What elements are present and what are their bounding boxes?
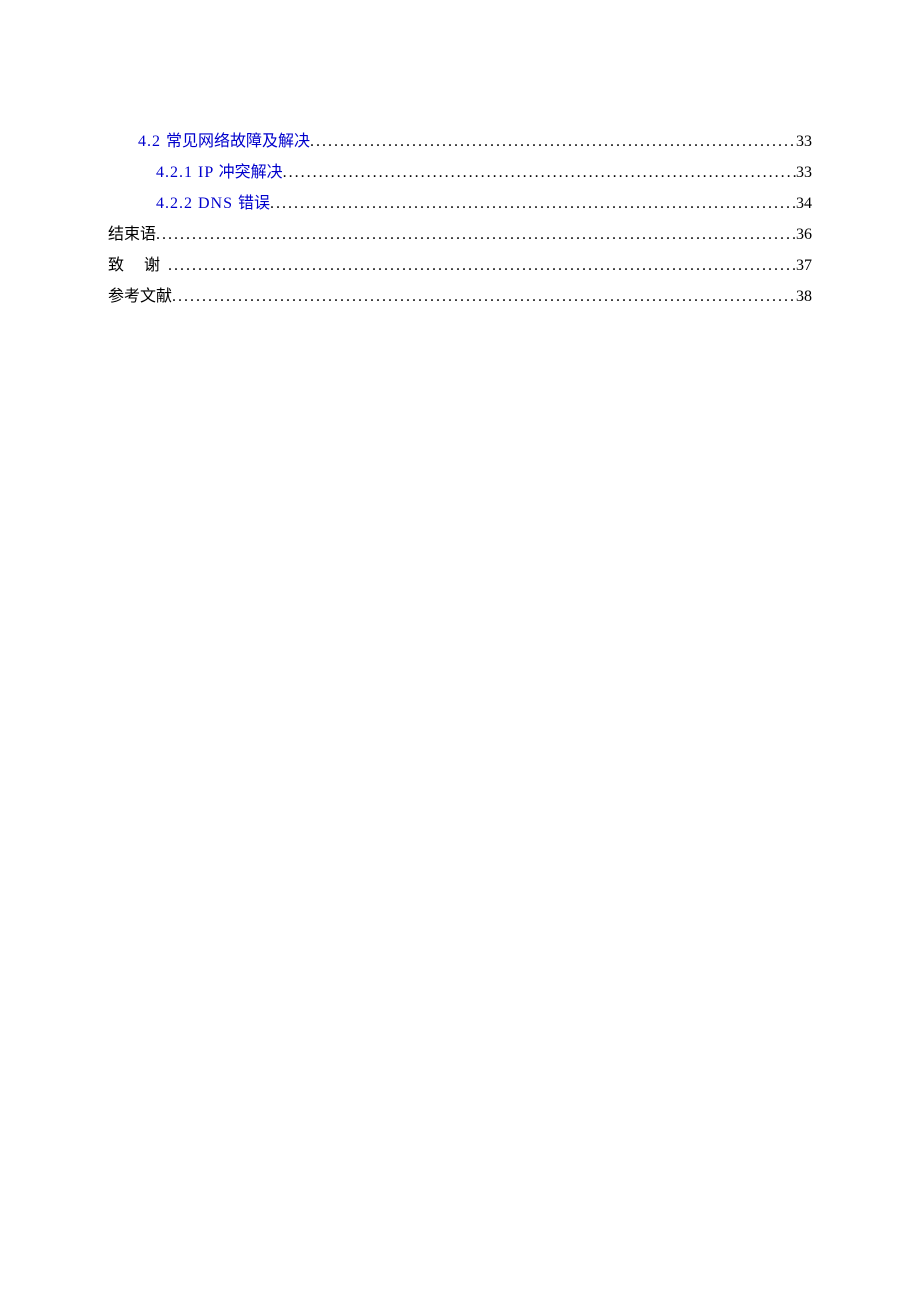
toc-entry-number: 4.2.1 xyxy=(156,164,198,181)
toc-entry-text: 常见网络故障及解决 xyxy=(166,133,310,150)
toc-page-number: 33 xyxy=(796,126,812,157)
toc-leader-dots xyxy=(310,126,796,157)
toc-entry: 致 谢 37 xyxy=(108,250,812,281)
toc-entry: 参考文献 38 xyxy=(108,281,812,312)
toc-entry: 4.2 常见网络故障及解决 33 xyxy=(108,126,812,157)
toc-leader-dots xyxy=(168,250,796,281)
toc-container: 4.2 常见网络故障及解决 33 4.2.1 IP 冲突解决 33 4.2.2 … xyxy=(108,126,812,312)
toc-page-number: 33 xyxy=(796,157,812,188)
toc-entry-text: 错误 xyxy=(238,195,270,212)
toc-page-number: 38 xyxy=(796,281,812,312)
toc-leader-dots xyxy=(172,281,796,312)
toc-page-number: 36 xyxy=(796,219,812,250)
toc-entry: 4.2.2 DNS 错误 34 xyxy=(108,188,812,219)
toc-leader-dots xyxy=(270,188,796,219)
toc-entry-text: 冲突解决 xyxy=(219,164,283,181)
toc-entry-number: 4.2 xyxy=(138,133,166,150)
toc-entry-label[interactable]: 4.2.2 DNS 错误 xyxy=(156,188,270,219)
toc-entry: 4.2.1 IP 冲突解决 33 xyxy=(108,157,812,188)
toc-entry-label[interactable]: 致 谢 xyxy=(108,250,168,281)
toc-entry-label[interactable]: 4.2 常见网络故障及解决 xyxy=(138,126,310,157)
toc-page-number: 37 xyxy=(796,250,812,281)
toc-entry-label[interactable]: 4.2.1 IP 冲突解决 xyxy=(156,157,283,188)
toc-entry-latin: IP xyxy=(198,164,219,181)
toc-leader-dots xyxy=(156,219,796,250)
toc-page-number: 34 xyxy=(796,188,812,219)
toc-entry-number: 4.2.2 xyxy=(156,195,198,212)
toc-entry-latin: DNS xyxy=(198,195,238,212)
toc-leader-dots xyxy=(283,157,796,188)
toc-entry-label[interactable]: 参考文献 xyxy=(108,281,172,312)
toc-entry: 结束语 36 xyxy=(108,219,812,250)
toc-entry-label[interactable]: 结束语 xyxy=(108,219,156,250)
